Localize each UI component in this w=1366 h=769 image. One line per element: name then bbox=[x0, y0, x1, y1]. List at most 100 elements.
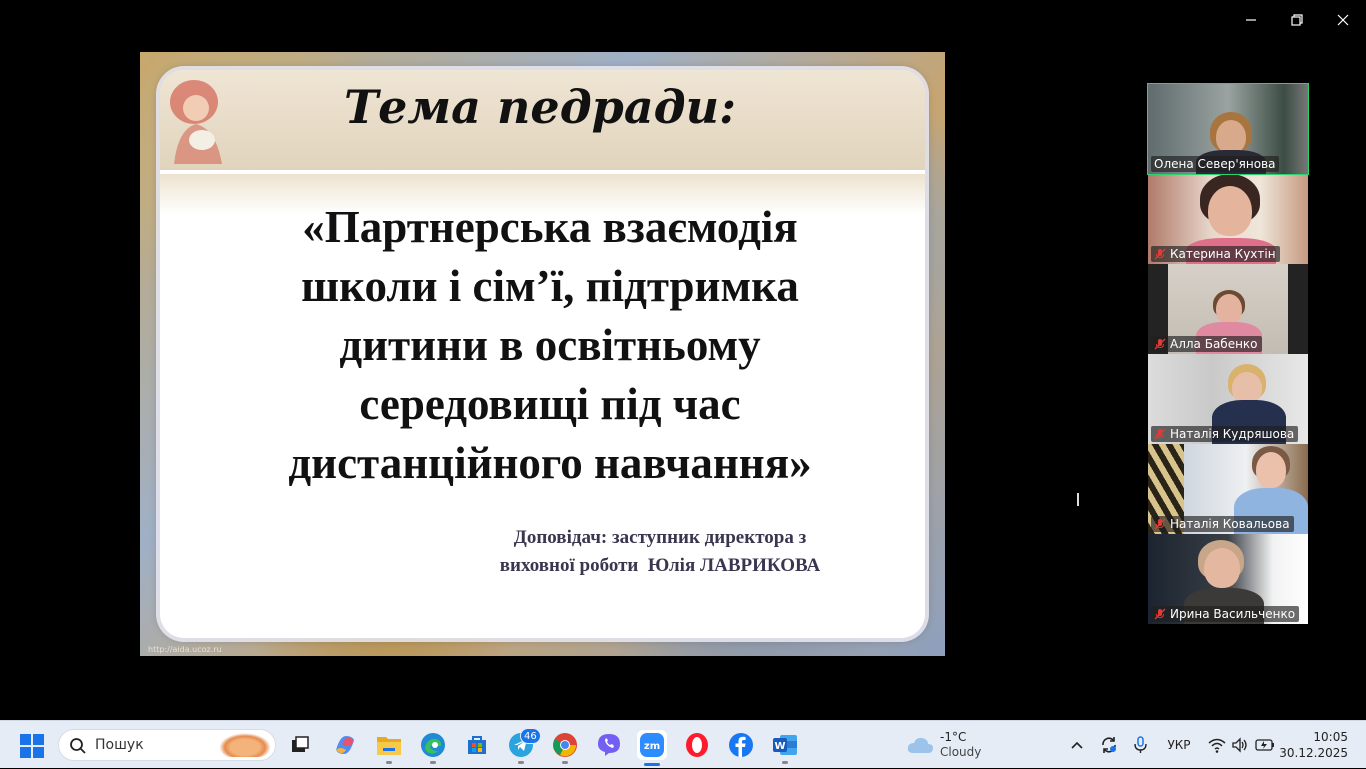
system-clock[interactable]: 10:05 30.12.2025 bbox=[1279, 729, 1348, 761]
participant-name-tag: Наталія Ковальова bbox=[1151, 516, 1294, 532]
slide-main-topic: «Партнерська взаємодія школи і сім’ї, пі… bbox=[200, 198, 900, 493]
search-highlight-image bbox=[219, 733, 271, 757]
copilot-icon bbox=[336, 736, 354, 754]
edge-button[interactable] bbox=[418, 730, 448, 760]
muted-microphone-icon bbox=[1154, 518, 1166, 530]
task-view-icon bbox=[292, 736, 309, 752]
participant-tile[interactable]: Наталія Ковальова bbox=[1148, 444, 1308, 534]
cloud-icon bbox=[907, 737, 933, 753]
wifi-icon bbox=[1208, 738, 1226, 753]
volume-button[interactable] bbox=[1229, 721, 1251, 769]
task-view-button[interactable] bbox=[284, 730, 314, 760]
edge-icon bbox=[421, 733, 445, 757]
language-indicator[interactable]: УКР bbox=[1162, 721, 1196, 769]
facebook-icon bbox=[729, 733, 753, 757]
microphone-in-use-button[interactable] bbox=[1128, 721, 1154, 769]
zoom-button[interactable]: zm bbox=[637, 730, 667, 760]
close-button[interactable] bbox=[1320, 0, 1366, 40]
panel-resize-handle[interactable] bbox=[1077, 493, 1079, 506]
slide-title: Тема педради: bbox=[343, 80, 737, 134]
copilot-button[interactable] bbox=[330, 730, 360, 760]
close-icon bbox=[1337, 14, 1349, 26]
running-indicator bbox=[518, 761, 524, 764]
file-explorer-button[interactable] bbox=[374, 730, 404, 760]
participant-tile[interactable]: Наталія Кудряшова bbox=[1148, 354, 1308, 444]
participant-name: Олена Север'янова bbox=[1154, 157, 1276, 171]
opera-button[interactable] bbox=[682, 730, 712, 760]
participant-name-tag: Наталія Кудряшова bbox=[1151, 426, 1299, 442]
slide-watermark-url: http://aida.ucoz.ru bbox=[148, 645, 222, 654]
participant-name: Ирина Васильченко bbox=[1170, 607, 1296, 621]
taskbar: Пошук 46 zm W -1°C Cloudy УКР 10:05 30.1… bbox=[0, 720, 1366, 768]
participant-face bbox=[1256, 452, 1286, 488]
participant-tile[interactable]: Ирина Васильченко bbox=[1148, 534, 1308, 624]
window-controls bbox=[1228, 0, 1366, 40]
participant-name-tag: Ирина Васильченко bbox=[1151, 606, 1300, 622]
participant-tile[interactable]: Олена Север'янова bbox=[1147, 83, 1309, 175]
minimize-icon bbox=[1246, 19, 1256, 21]
chevron-up-icon bbox=[1071, 741, 1083, 749]
search-icon bbox=[70, 738, 86, 754]
participant-face bbox=[1216, 294, 1242, 324]
word-button[interactable]: W bbox=[770, 730, 800, 760]
participant-name-tag: Олена Север'янова bbox=[1151, 156, 1280, 172]
speaker-line: Доповідач: заступник директора з bbox=[513, 527, 807, 548]
opera-icon bbox=[686, 733, 708, 757]
running-indicator bbox=[782, 761, 788, 764]
participant-name: Наталія Кудряшова bbox=[1170, 427, 1295, 441]
topic-line: школи і сім’ї, підтримка bbox=[301, 261, 799, 311]
battery-button[interactable] bbox=[1253, 721, 1277, 769]
taskbar-search[interactable]: Пошук bbox=[58, 729, 276, 761]
participant-name: Алла Бабенко bbox=[1170, 337, 1258, 351]
restore-button[interactable] bbox=[1274, 0, 1320, 40]
clock-time: 10:05 bbox=[1313, 730, 1348, 744]
topic-line: середовищі під час bbox=[359, 379, 741, 429]
zoom-icon: zm bbox=[640, 733, 664, 757]
svg-text:W: W bbox=[774, 741, 785, 752]
participants-panel: Олена Север'янова Катерина Кухтін Алла Б… bbox=[1147, 83, 1309, 624]
running-indicator bbox=[562, 761, 568, 764]
weather-temperature: -1°C bbox=[940, 730, 967, 744]
sync-button[interactable] bbox=[1096, 721, 1122, 769]
topic-line: дистанційного навчання» bbox=[288, 438, 812, 488]
clock-date: 30.12.2025 bbox=[1279, 746, 1348, 760]
wifi-button[interactable] bbox=[1206, 721, 1228, 769]
participant-face bbox=[1216, 120, 1246, 154]
show-hidden-icons-button[interactable] bbox=[1064, 721, 1090, 769]
speaker-line: виховної роботи Юлія ЛАВРИКОВА bbox=[499, 555, 821, 576]
running-indicator bbox=[386, 761, 392, 764]
chrome-button[interactable] bbox=[550, 730, 580, 760]
running-indicator bbox=[430, 761, 436, 764]
weather-text: -1°C Cloudy bbox=[940, 730, 981, 760]
participant-tile[interactable]: Алла Бабенко bbox=[1148, 264, 1308, 354]
start-button[interactable] bbox=[20, 734, 44, 758]
windows-logo-pane bbox=[33, 734, 44, 745]
facebook-button[interactable] bbox=[726, 730, 756, 760]
topic-line: дитини в освітньому bbox=[339, 320, 761, 370]
windows-logo-icon bbox=[20, 734, 31, 745]
muted-microphone-icon bbox=[1154, 428, 1166, 440]
search-placeholder: Пошук bbox=[95, 737, 144, 753]
weather-widget[interactable]: -1°C Cloudy bbox=[906, 730, 981, 760]
folder-icon bbox=[377, 737, 401, 755]
slide-speaker: Доповідач: заступник директора з виховно… bbox=[460, 524, 860, 580]
presentation-slide: Тема педради: «Партнерська взаємодія шко… bbox=[140, 52, 945, 656]
windows-logo-pane bbox=[33, 747, 44, 758]
windows-logo-pane bbox=[20, 747, 31, 758]
svg-text:zm: zm bbox=[644, 741, 660, 752]
store-icon bbox=[468, 736, 486, 754]
muted-microphone-icon bbox=[1154, 338, 1166, 350]
muted-microphone-icon bbox=[1154, 608, 1166, 620]
sync-icon bbox=[1102, 737, 1116, 753]
participant-face bbox=[1204, 548, 1240, 588]
microsoft-store-button[interactable] bbox=[462, 730, 492, 760]
viber-button[interactable] bbox=[594, 730, 624, 760]
participant-tile[interactable]: Катерина Кухтін bbox=[1148, 174, 1308, 264]
weather-condition: Cloudy bbox=[940, 745, 982, 759]
participant-name: Катерина Кухтін bbox=[1170, 247, 1276, 261]
muted-microphone-icon bbox=[1154, 248, 1166, 260]
slide-frame: Тема педради: «Партнерська взаємодія шко… bbox=[160, 70, 925, 638]
minimize-button[interactable] bbox=[1228, 0, 1274, 40]
participant-face bbox=[1208, 186, 1252, 236]
word-icon: W bbox=[773, 735, 797, 755]
